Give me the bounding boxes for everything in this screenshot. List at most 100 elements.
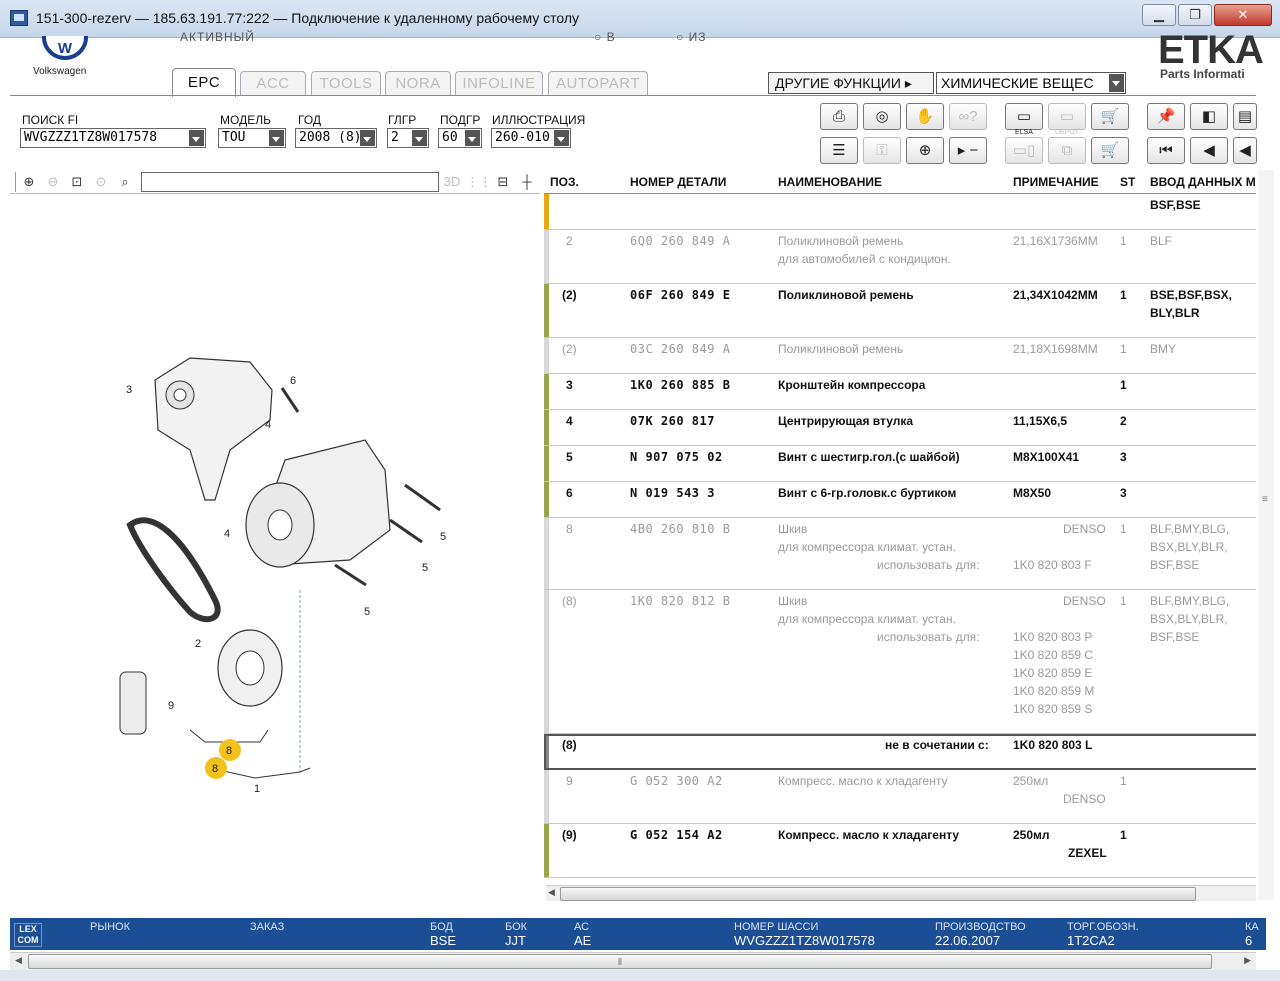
cart-icon: 🛒 xyxy=(1100,142,1120,159)
grid-icon[interactable]: ⋮⋮ xyxy=(466,172,492,192)
callout-5[interactable]: 5 xyxy=(422,562,428,574)
table-horizontal-scrollbar[interactable]: ◀ xyxy=(546,885,1256,901)
callout-9[interactable]: 9 xyxy=(168,700,174,712)
other-functions-select[interactable]: ХИМИЧЕСКИЕ ВЕЩЕС xyxy=(936,72,1126,94)
key-button[interactable]: ⚿ xyxy=(863,137,901,164)
col-part-header[interactable]: НОМЕР ДЕТАЛИ xyxy=(630,175,726,189)
callout-1[interactable]: 1 xyxy=(254,783,260,795)
col-pos-header[interactable]: ПОЗ. xyxy=(550,175,579,189)
monitor-button[interactable]: ▭▯ xyxy=(1005,137,1043,164)
elsa-button[interactable]: ▭ ELSA xyxy=(1005,103,1043,136)
back-button[interactable]: ◀ xyxy=(1233,137,1257,164)
callout-4[interactable]: 4 xyxy=(265,419,271,431)
minimize-button[interactable]: ▁ xyxy=(1142,4,1176,26)
cart-arrow-button[interactable]: 🛒 xyxy=(1091,103,1129,130)
model-label: МОДЕЛЬ xyxy=(220,113,271,127)
illustration-select[interactable]: 260-010 xyxy=(491,128,571,148)
table-row[interactable]: 2 6Q0 260 849 A Поликлиновой ремень для … xyxy=(544,230,1256,284)
tab-epc[interactable]: EPC xyxy=(172,68,236,97)
scroll-right-icon[interactable]: ▶ xyxy=(1244,955,1251,966)
tab-tools[interactable]: TOOLS xyxy=(311,71,381,96)
tab-infoline[interactable]: INFOLINE xyxy=(455,71,543,96)
prev-icon: ◀ xyxy=(1203,142,1215,159)
scroll-thumb[interactable] xyxy=(560,887,1196,901)
glasses-button[interactable]: ∞? xyxy=(949,103,987,130)
tab-acc[interactable]: ACC xyxy=(240,71,306,96)
main-group-select[interactable]: 2 xyxy=(387,128,429,148)
back-icon: ◀ xyxy=(1239,142,1251,159)
fi-search-field[interactable]: WVGZZZ1TZ8W017578 xyxy=(20,128,206,148)
from-label: ○ В xyxy=(594,30,616,44)
callout-6[interactable]: 6 xyxy=(290,375,296,387)
callout-8[interactable]: 8 xyxy=(212,763,218,775)
tire-button[interactable]: ◎ xyxy=(863,103,901,130)
depot-button[interactable]: ▭ DEPOT xyxy=(1048,103,1086,136)
copy-button[interactable]: ⧉ xyxy=(1048,137,1086,164)
other-functions-button[interactable]: ДРУГИЕ ФУНКЦИИ ▸ xyxy=(768,72,934,94)
col-input-header[interactable]: ВВОД ДАННЫХ М xyxy=(1150,175,1256,189)
prev-page-button[interactable]: ◀ xyxy=(1190,137,1228,164)
sub-group-select[interactable]: 60 xyxy=(438,128,482,148)
callout-2[interactable]: 2 xyxy=(195,638,201,650)
3d-icon[interactable]: 3D xyxy=(440,172,464,192)
callout-5[interactable]: 5 xyxy=(440,531,446,543)
col-st-header[interactable]: ST xyxy=(1120,175,1135,189)
list-button[interactable]: ☰ xyxy=(820,137,858,164)
gearbox-label: БОК xyxy=(505,921,528,933)
table-row[interactable]: 6 N 019 543 3 Винт с 6-гр.головк.с бурти… xyxy=(544,482,1256,518)
table-row[interactable]: (8) не в сочетании с: 1K0 820 803 L xyxy=(544,734,1256,770)
taskbar xyxy=(0,970,1280,981)
table-row[interactable]: 8 4B0 260 810 B Шкив для компрессора кли… xyxy=(544,518,1256,590)
restore-button[interactable]: ❐ xyxy=(1178,4,1212,26)
callout-3[interactable]: 3 xyxy=(126,384,132,396)
table-vertical-scrollbar[interactable]: ≡ xyxy=(1258,170,1274,900)
market-label: РЫНОК xyxy=(90,921,130,933)
table-row[interactable]: (2) 03C 260 849 A Поликлиновой ремень 21… xyxy=(544,338,1256,374)
bolt-shape xyxy=(334,563,367,587)
split-icon[interactable]: ⊟ xyxy=(492,172,514,192)
year-select[interactable]: 2008 (8) xyxy=(295,128,377,148)
table-row[interactable]: 5 N 907 075 02 Винт с шестигр.гол.(с шай… xyxy=(544,446,1256,482)
table-row[interactable]: (9) G 052 154 A2 Компресс. масло к хлада… xyxy=(544,824,1256,878)
callout-4[interactable]: 4 xyxy=(224,528,230,540)
col-note-header[interactable]: ПРИМЕЧАНИЕ xyxy=(1013,175,1099,189)
table-row[interactable]: BSF,BSE xyxy=(544,194,1256,230)
tab-nora[interactable]: NORA xyxy=(385,71,451,96)
zoom-in-icon[interactable]: ⊕ xyxy=(18,172,40,192)
model-select[interactable]: TOU xyxy=(218,128,286,148)
table-row[interactable]: (2) 06F 260 849 E Поликлиновой ремень 21… xyxy=(544,284,1256,338)
year-label: ГОД xyxy=(298,113,322,127)
col-name-header[interactable]: НАИМЕНОВАНИЕ xyxy=(778,175,882,189)
window-horizontal-scrollbar[interactable]: ◀ ⦀ ▶ xyxy=(10,952,1256,970)
book-button[interactable]: ▤ xyxy=(1233,103,1257,130)
zoom-fit-icon[interactable]: ⊡ xyxy=(66,172,88,192)
table-row[interactable]: 3 1K0 260 885 B Кронштейн компрессора 1 xyxy=(544,374,1256,410)
handshake-button[interactable]: ✋ xyxy=(906,103,944,130)
zoom-out-icon[interactable]: ⊖ xyxy=(42,172,64,192)
crosshair-icon[interactable]: ┼ xyxy=(516,172,538,192)
zoom-area-icon[interactable]: ⊙ xyxy=(90,172,112,192)
table-row[interactable]: 9 G 052 300 A2 Компресс. масло к хладаге… xyxy=(544,770,1256,824)
callout-8[interactable]: 8 xyxy=(226,745,232,757)
book-prev-button[interactable]: ◧ xyxy=(1190,103,1228,130)
first-page-button[interactable]: ⏮ xyxy=(1147,137,1185,164)
scroll-left-icon[interactable]: ◀ xyxy=(15,955,22,966)
pin-icon: 📌 xyxy=(1156,108,1176,125)
table-row[interactable]: 4 07K 260 817 Центрирующая втулка 11,15X… xyxy=(544,410,1256,446)
scroll-left-icon[interactable]: ◀ xyxy=(548,887,555,898)
steering-button[interactable]: ⊕ xyxy=(906,137,944,164)
tab-autopart[interactable]: AUTOPART xyxy=(548,71,648,96)
tire-icon: ◎ xyxy=(875,108,889,125)
callout-5[interactable]: 5 xyxy=(364,606,370,618)
magnifier-icon[interactable]: ⌕ xyxy=(114,172,136,192)
pin-button[interactable]: 📌 xyxy=(1147,103,1185,130)
table-row[interactable]: (8) 1K0 820 812 B Шкив для компрессора к… xyxy=(544,590,1256,734)
lexcom-logo: LEX COM xyxy=(14,923,42,947)
illustration-search-input[interactable] xyxy=(141,172,439,192)
close-button[interactable]: ✕ xyxy=(1214,4,1272,26)
play-minus-button[interactable]: ▸ − xyxy=(949,137,987,164)
cart-button[interactable]: 🛒 xyxy=(1091,137,1129,164)
print-button[interactable]: ⎙ xyxy=(820,103,858,130)
scroll-thumb[interactable]: ⦀ xyxy=(28,954,1212,969)
extra-value: 6 xyxy=(1245,933,1253,948)
